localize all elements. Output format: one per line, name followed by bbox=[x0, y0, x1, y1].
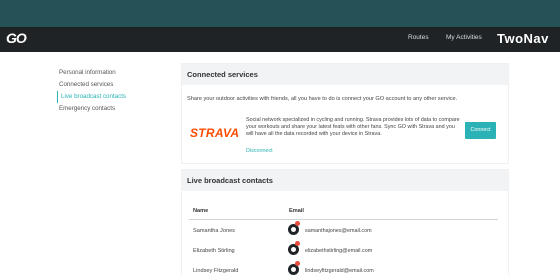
nav-link-my-activities[interactable]: My Activities bbox=[446, 34, 482, 41]
sidebar-item-personal-information[interactable]: Personal information bbox=[57, 67, 157, 79]
nav-link-routes[interactable]: Routes bbox=[408, 34, 429, 41]
avatar-badge bbox=[295, 261, 300, 266]
navbar: GO Routes My Activities TwoNav bbox=[0, 27, 560, 52]
sidebar-item-live-broadcast-contacts[interactable]: Live broadcast contacts bbox=[57, 91, 157, 103]
sidebar-item-emergency-contacts[interactable]: Emergency contacts bbox=[57, 103, 157, 115]
top-strip bbox=[0, 0, 560, 27]
table-row[interactable]: Samantha Jones samanthajones@email.com bbox=[182, 221, 510, 241]
connected-services-card: Connected services Share your outdoor ac… bbox=[181, 63, 509, 164]
connect-button[interactable]: Connect bbox=[465, 122, 496, 139]
column-header-name: Name bbox=[193, 208, 209, 214]
connected-services-title: Connected services bbox=[182, 64, 508, 85]
disconnect-link[interactable]: Disconnect bbox=[246, 148, 273, 154]
table-row[interactable]: Lindsey Fitzgerald lindseyfitzgerald@ema… bbox=[182, 261, 510, 275]
connected-services-intro: Share your outdoor activities with frien… bbox=[187, 96, 458, 102]
live-broadcast-title: Live broadcast contacts bbox=[182, 170, 508, 191]
strava-description: Social network specialized in cycling an… bbox=[246, 117, 460, 137]
sidebar-item-connected-services[interactable]: Connected services bbox=[57, 79, 157, 91]
live-broadcast-card: Live broadcast contacts Name Email Saman… bbox=[181, 169, 509, 275]
table-row[interactable]: Elizabeth Stirling elizabethstirling@ema… bbox=[182, 241, 510, 261]
avatar-badge bbox=[295, 241, 300, 246]
contact-email: samanthajones@email.com bbox=[305, 228, 372, 234]
avatar-badge bbox=[295, 221, 300, 226]
table-divider bbox=[189, 219, 498, 220]
twonav-brand-logo[interactable]: TwoNav bbox=[497, 31, 549, 46]
go-logo[interactable]: GO bbox=[6, 30, 27, 46]
contact-email: elizabethstirling@email.com bbox=[305, 248, 373, 254]
settings-sidebar: Personal information Connected services … bbox=[57, 67, 157, 115]
contact-name: Elizabeth Stirling bbox=[193, 248, 235, 254]
contact-name: Samantha Jones bbox=[193, 228, 235, 234]
strava-logo: STRAVA bbox=[190, 126, 240, 140]
contact-email: lindseyfitzgerald@email.com bbox=[305, 268, 374, 274]
contact-name: Lindsey Fitzgerald bbox=[193, 268, 239, 274]
column-header-email: Email bbox=[289, 208, 304, 214]
